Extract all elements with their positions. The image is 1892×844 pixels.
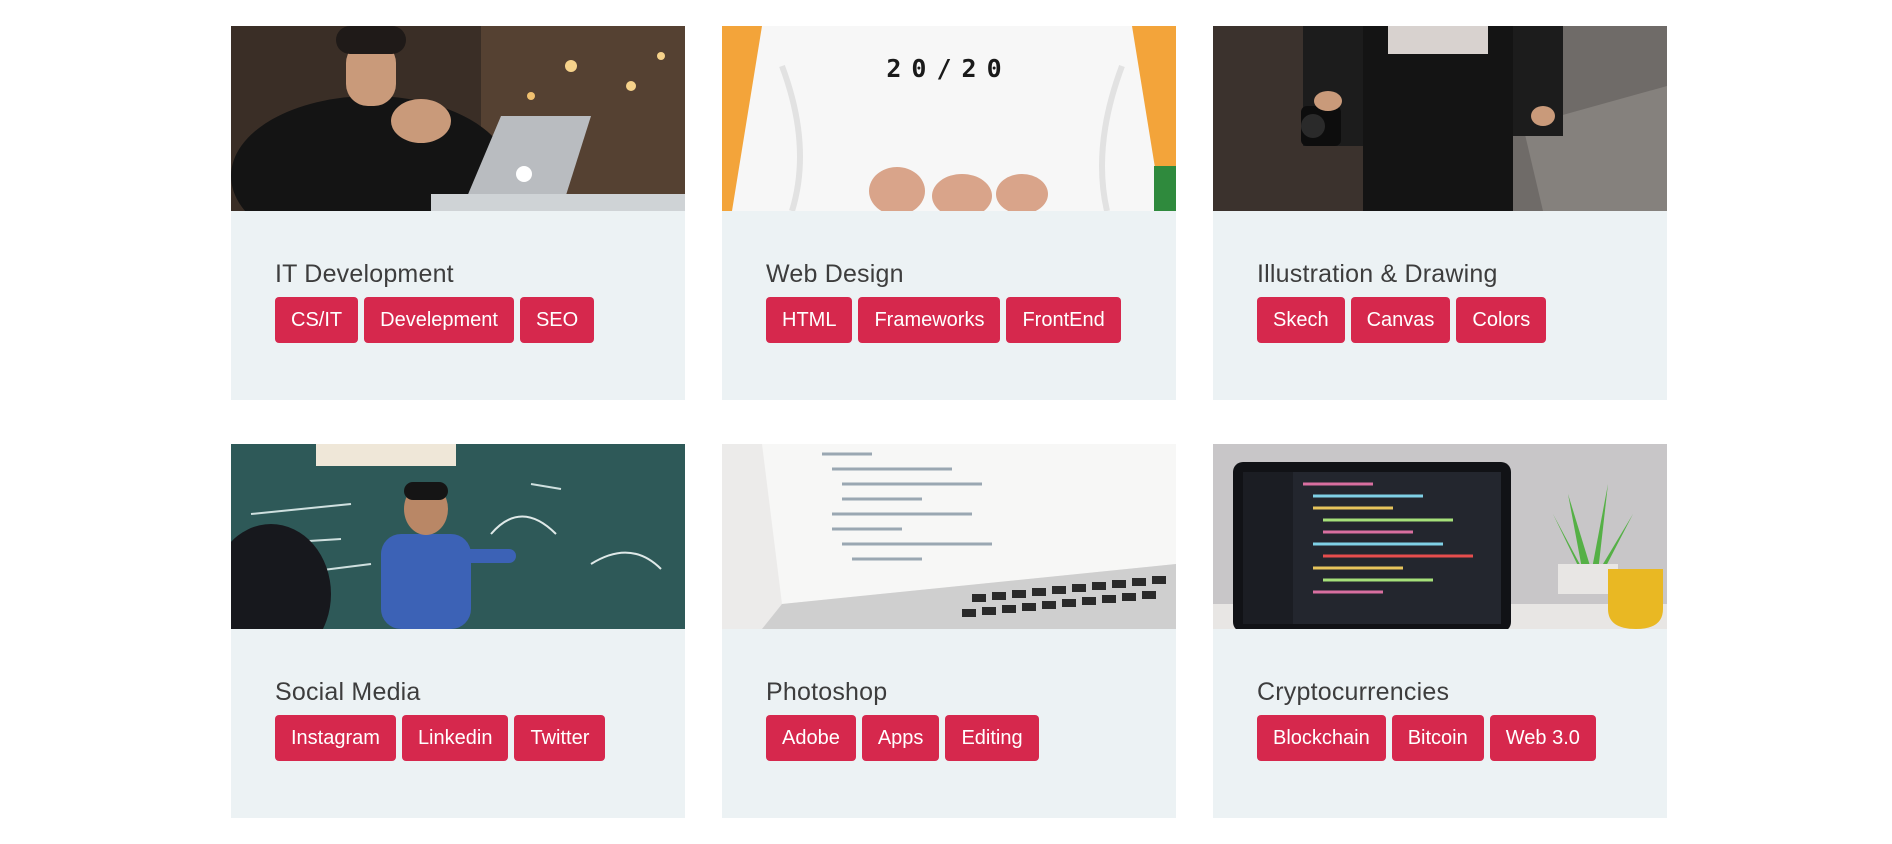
tag-button[interactable]: Frameworks (858, 297, 1001, 343)
tag-button[interactable]: FrontEnd (1006, 297, 1121, 343)
course-grid: IT Development CS/IT Develepment SEO 20/… (231, 26, 1667, 818)
tshirt-photo: 20/20 (722, 26, 1176, 211)
tag-button[interactable]: HTML (766, 297, 853, 343)
tag-button[interactable]: Apps (861, 715, 940, 761)
card-title: Photoshop (766, 678, 888, 706)
tag-button[interactable]: Linkedin (401, 715, 509, 761)
tag-list: Skech Canvas Colors (1257, 297, 1667, 343)
tag-button[interactable]: Editing (945, 715, 1039, 761)
card-title: Social Media (275, 678, 421, 706)
tag-button[interactable]: Colors (1456, 297, 1547, 343)
tag-button[interactable]: CS/IT (275, 297, 359, 343)
code-editor-laptop-photo (1213, 444, 1667, 629)
chalkboard-teacher-photo (231, 444, 685, 629)
tag-list: Adobe Apps Editing (766, 715, 1176, 761)
tag-button[interactable]: Canvas (1350, 297, 1451, 343)
tag-button[interactable]: Twitter (514, 715, 606, 761)
card-title: Cryptocurrencies (1257, 678, 1450, 706)
camera-person-photo (1213, 26, 1667, 211)
card-title: Illustration & Drawing (1257, 260, 1498, 288)
course-card-illustration[interactable]: Illustration & Drawing Skech Canvas Colo… (1213, 26, 1667, 400)
course-card-photoshop[interactable]: Photoshop Adobe Apps Editing (722, 444, 1176, 818)
tag-button[interactable]: Skech (1257, 297, 1345, 343)
tag-list: Instagram Linkedin Twitter (275, 715, 685, 761)
tag-button[interactable]: SEO (519, 297, 595, 343)
course-card-cryptocurrencies[interactable]: Cryptocurrencies Blockchain Bitcoin Web … (1213, 444, 1667, 818)
tag-button[interactable]: Develepment (364, 297, 514, 343)
card-title: Web Design (766, 260, 904, 288)
course-card-it-development[interactable]: IT Development CS/IT Develepment SEO (231, 26, 685, 400)
tag-list: Blockchain Bitcoin Web 3.0 (1257, 715, 1667, 761)
shirt-text: 20/20 (886, 54, 1012, 83)
course-card-social-media[interactable]: Social Media Instagram Linkedin Twitter (231, 444, 685, 818)
course-card-web-design[interactable]: 20/20 Web Design HTML Frameworks FrontEn… (722, 26, 1176, 400)
laptop-code-photo (722, 444, 1176, 629)
tag-button[interactable]: Blockchain (1257, 715, 1386, 761)
tag-list: CS/IT Develepment SEO (275, 297, 685, 343)
laptop-man-photo (231, 26, 685, 211)
tag-button[interactable]: Bitcoin (1391, 715, 1484, 761)
tag-button[interactable]: Web 3.0 (1489, 715, 1596, 761)
tag-button[interactable]: Instagram (275, 715, 396, 761)
tag-list: HTML Frameworks FrontEnd (766, 297, 1176, 343)
card-title: IT Development (275, 260, 454, 288)
tag-button[interactable]: Adobe (766, 715, 856, 761)
